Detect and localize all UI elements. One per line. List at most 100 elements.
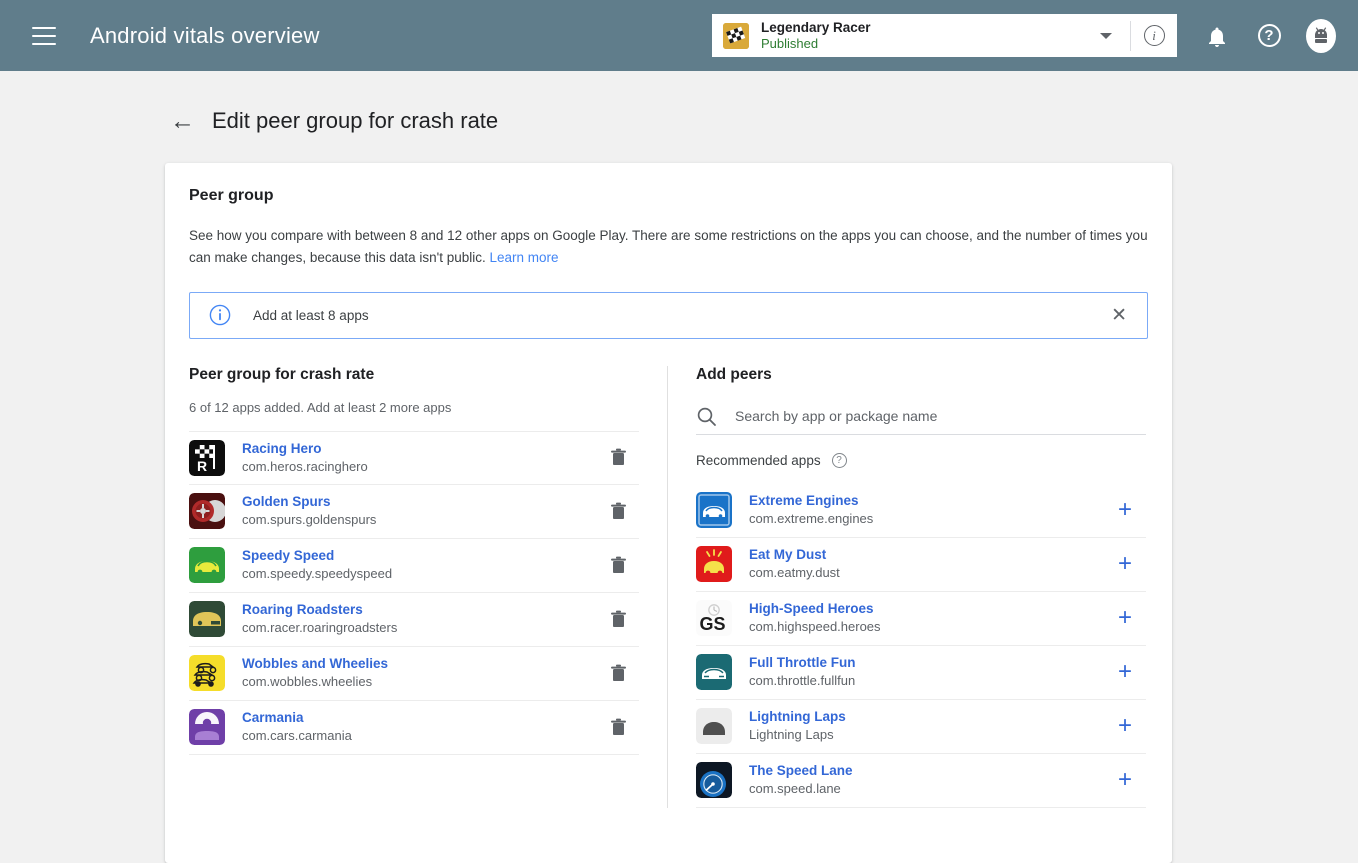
app-info-button[interactable]: i bbox=[1131, 14, 1177, 57]
info-icon: i bbox=[1144, 25, 1165, 46]
app-row[interactable]: GS High-Speed Heroescom.highspeed.heroes+ bbox=[696, 592, 1146, 646]
app-meta: Carmaniacom.cars.carmania bbox=[242, 709, 601, 744]
app-meta: Racing Herocom.heros.racinghero bbox=[242, 440, 601, 475]
add-app-button[interactable]: + bbox=[1108, 660, 1142, 684]
app-row[interactable]: Lightning LapsLightning Laps+ bbox=[696, 700, 1146, 754]
peer-columns: Peer group for crash rate 6 of 12 apps a… bbox=[189, 366, 1148, 808]
question-mark-icon[interactable]: ? bbox=[832, 453, 847, 468]
bell-icon bbox=[1207, 25, 1227, 47]
add-app-button[interactable]: + bbox=[1108, 498, 1142, 522]
selected-app-name: Legendary Racer bbox=[761, 20, 1100, 36]
trash-icon bbox=[610, 718, 627, 737]
app-row[interactable]: Golden Spurscom.spurs.goldenspurs bbox=[189, 485, 639, 539]
search-icon[interactable] bbox=[696, 406, 717, 427]
app-name[interactable]: Wobbles and Wheelies bbox=[242, 655, 601, 673]
svg-text:R: R bbox=[197, 458, 207, 474]
golden-spurs-app-icon bbox=[189, 493, 225, 529]
svg-text:GS: GS bbox=[700, 614, 726, 634]
app-name[interactable]: High-Speed Heroes bbox=[749, 600, 1108, 618]
app-name[interactable]: Golden Spurs bbox=[242, 493, 601, 511]
add-app-button[interactable]: + bbox=[1108, 552, 1142, 576]
roaring-roadsters-app-icon bbox=[189, 601, 225, 637]
card-description: See how you compare with between 8 and 1… bbox=[189, 225, 1148, 270]
app-meta: High-Speed Heroescom.highspeed.heroes bbox=[749, 600, 1108, 635]
topbar-actions: ? bbox=[1202, 0, 1336, 71]
app-package-name: com.heros.racinghero bbox=[242, 458, 601, 475]
app-meta: Golden Spurscom.spurs.goldenspurs bbox=[242, 493, 601, 528]
app-selector[interactable]: Legendary Racer Published i bbox=[712, 14, 1177, 57]
eat-my-dust-app-icon bbox=[696, 546, 732, 582]
banner-message: Add at least 8 apps bbox=[253, 308, 1111, 323]
add-app-button[interactable]: + bbox=[1108, 714, 1142, 738]
app-meta: Eat My Dustcom.eatmy.dust bbox=[749, 546, 1108, 581]
app-meta: The Speed Lanecom.speed.lane bbox=[749, 762, 1108, 797]
account-button[interactable] bbox=[1306, 21, 1336, 51]
app-row[interactable]: Extreme Enginescom.extreme.engines+ bbox=[696, 484, 1146, 538]
remove-app-button[interactable] bbox=[601, 556, 635, 575]
app-row[interactable]: Carmaniacom.cars.carmania bbox=[189, 701, 639, 755]
plus-icon: + bbox=[1118, 496, 1132, 523]
trash-icon bbox=[610, 502, 627, 521]
app-meta: Full Throttle Funcom.throttle.fullfun bbox=[749, 654, 1108, 689]
app-name[interactable]: The Speed Lane bbox=[749, 762, 1108, 780]
app-name[interactable]: Lightning Laps bbox=[749, 708, 1108, 726]
app-name[interactable]: Racing Hero bbox=[242, 440, 601, 458]
app-publish-status: Published bbox=[761, 36, 1100, 51]
recommended-apps-row: Recommended apps ? bbox=[696, 453, 1146, 468]
info-banner: Add at least 8 apps ✕ bbox=[189, 292, 1148, 339]
page-title: Edit peer group for crash rate bbox=[212, 108, 498, 134]
app-package-name: com.spurs.goldenspurs bbox=[242, 511, 601, 528]
legendary-racer-app-icon bbox=[723, 23, 749, 49]
recommended-apps-label: Recommended apps bbox=[696, 453, 821, 468]
app-row[interactable]: Speedy Speedcom.speedy.speedyspeed bbox=[189, 539, 639, 593]
hamburger-menu-icon[interactable] bbox=[32, 27, 56, 45]
app-row[interactable]: R Racing Herocom.heros.racinghero bbox=[189, 431, 639, 485]
add-app-button[interactable]: + bbox=[1108, 606, 1142, 630]
app-name[interactable]: Roaring Roadsters bbox=[242, 601, 601, 619]
app-row[interactable]: Full Throttle Funcom.throttle.fullfun + bbox=[696, 646, 1146, 700]
card-description-text: See how you compare with between 8 and 1… bbox=[189, 228, 1148, 265]
close-icon[interactable]: ✕ bbox=[1111, 306, 1127, 325]
app-package-name: Lightning Laps bbox=[749, 726, 1108, 743]
app-name[interactable]: Carmania bbox=[242, 709, 601, 727]
add-app-button[interactable]: + bbox=[1108, 768, 1142, 792]
app-name[interactable]: Full Throttle Fun bbox=[749, 654, 1108, 672]
plus-icon: + bbox=[1118, 658, 1132, 685]
remove-app-button[interactable] bbox=[601, 610, 635, 629]
remove-app-button[interactable] bbox=[601, 448, 635, 467]
app-name[interactable]: Extreme Engines bbox=[749, 492, 1108, 510]
speedy-speed-app-icon bbox=[189, 547, 225, 583]
wobbles-wheelies-app-icon bbox=[189, 655, 225, 691]
app-row[interactable]: Roaring Roadsterscom.racer.roaringroadst… bbox=[189, 593, 639, 647]
app-name[interactable]: Eat My Dust bbox=[749, 546, 1108, 564]
plus-icon: + bbox=[1118, 550, 1132, 577]
add-peers-column: Add peers Recommended apps ? Extreme Eng… bbox=[668, 366, 1146, 808]
app-row[interactable]: The Speed Lanecom.speed.lane+ bbox=[696, 754, 1146, 808]
app-row[interactable]: Wobbles and Wheeliescom.wobbles.wheelies bbox=[189, 647, 639, 701]
peer-group-column: Peer group for crash rate 6 of 12 apps a… bbox=[189, 366, 667, 808]
trash-icon bbox=[610, 610, 627, 629]
remove-app-button[interactable] bbox=[601, 502, 635, 521]
help-button[interactable]: ? bbox=[1254, 21, 1284, 51]
app-row[interactable]: Eat My Dustcom.eatmy.dust + bbox=[696, 538, 1146, 592]
learn-more-link[interactable]: Learn more bbox=[490, 250, 559, 265]
app-meta: Roaring Roadsterscom.racer.roaringroadst… bbox=[242, 601, 601, 636]
remove-app-button[interactable] bbox=[601, 718, 635, 737]
chevron-down-icon[interactable] bbox=[1100, 33, 1112, 39]
app-package-name: com.cars.carmania bbox=[242, 727, 601, 744]
search-row bbox=[696, 399, 1146, 435]
carmania-app-icon bbox=[189, 709, 225, 745]
app-name[interactable]: Speedy Speed bbox=[242, 547, 601, 565]
banner-info-icon bbox=[209, 304, 231, 326]
app-meta: Wobbles and Wheeliescom.wobbles.wheelies bbox=[242, 655, 601, 690]
peer-group-heading: Peer group for crash rate bbox=[189, 366, 639, 384]
notifications-button[interactable] bbox=[1202, 21, 1232, 51]
recommended-app-list: Extreme Enginescom.extreme.engines+Eat M… bbox=[696, 484, 1146, 808]
search-input[interactable] bbox=[735, 408, 1146, 424]
racing-hero-app-icon: R bbox=[189, 440, 225, 476]
trash-icon bbox=[610, 556, 627, 575]
full-throttle-fun-app-icon bbox=[696, 654, 732, 690]
back-arrow-icon[interactable]: ← bbox=[170, 109, 195, 134]
lightning-laps-app-icon bbox=[696, 708, 732, 744]
remove-app-button[interactable] bbox=[601, 664, 635, 683]
